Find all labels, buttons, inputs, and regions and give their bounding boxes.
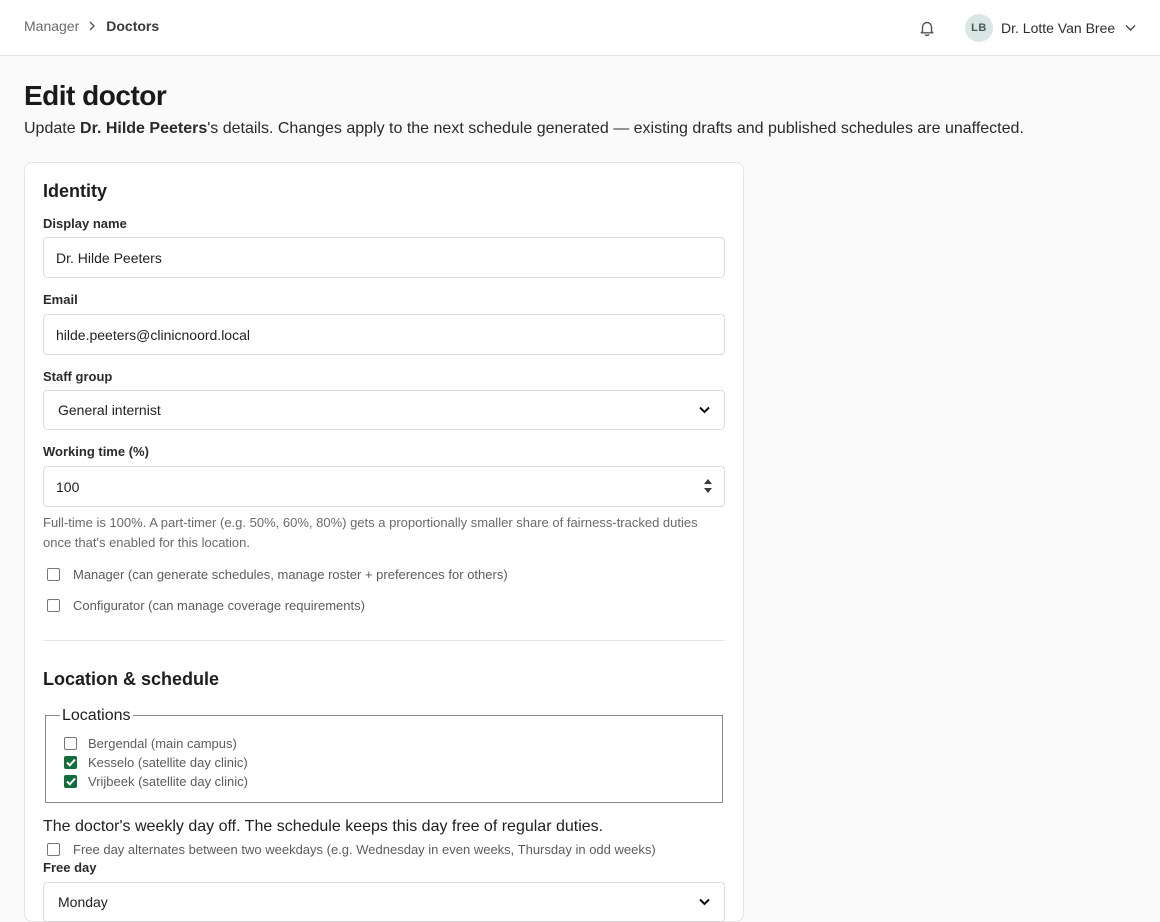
checkmark-icon: [65, 777, 76, 786]
staff-group-label: Staff group: [43, 369, 113, 384]
working-time-input[interactable]: [43, 466, 725, 507]
spinner-arrows-icon[interactable]: [703, 476, 713, 496]
manager-checkbox-row[interactable]: Manager (can generate schedules, manage …: [47, 567, 508, 582]
staff-group-select[interactable]: General internist: [43, 390, 725, 430]
free-day-select[interactable]: Monday: [43, 882, 725, 922]
location-label: Vrijbeek (satellite day clinic): [88, 774, 248, 789]
working-time-label: Working time (%): [43, 444, 149, 459]
breadcrumb: Manager Doctors: [24, 18, 159, 34]
subtitle-suffix: 's details. Changes apply to the next sc…: [207, 120, 1024, 137]
display-name-input[interactable]: [43, 237, 725, 278]
section-divider: [43, 640, 725, 641]
location-option-kesselo[interactable]: Kesselo (satellite day clinic): [64, 755, 248, 770]
bell-icon[interactable]: [918, 19, 936, 37]
alternate-day-checkbox-row[interactable]: Free day alternates between two weekdays…: [47, 842, 656, 857]
chevron-down-icon: [699, 406, 710, 414]
chevron-right-icon: [88, 21, 96, 31]
edit-doctor-form: Identity Display name Email Staff group …: [24, 162, 744, 922]
breadcrumb-current: Doctors: [106, 18, 160, 34]
display-name-label: Display name: [43, 216, 127, 231]
location-checkbox-kesselo[interactable]: [64, 756, 77, 769]
subtitle-prefix: Update: [24, 120, 81, 137]
day-off-description: The doctor's weekly day off. The schedul…: [43, 818, 604, 835]
location-checkbox-vrijbeek[interactable]: [64, 775, 77, 788]
manager-checkbox[interactable]: [47, 568, 60, 581]
location-option-bergendal[interactable]: Bergendal (main campus): [64, 736, 237, 751]
location-schedule-section-title: Location & schedule: [43, 669, 220, 689]
manager-checkbox-label: Manager (can generate schedules, manage …: [73, 567, 508, 582]
alternate-day-checkbox-label: Free day alternates between two weekdays…: [73, 842, 656, 857]
configurator-checkbox[interactable]: [47, 599, 60, 612]
working-time-help: Full-time is 100%. A part-timer (e.g. 50…: [43, 515, 698, 550]
identity-section-title: Identity: [43, 181, 108, 201]
location-label: Bergendal (main campus): [88, 736, 237, 751]
user-menu[interactable]: LB Dr. Lotte Van Bree: [965, 14, 1136, 42]
checkmark-icon: [65, 758, 76, 767]
chevron-down-icon: [1125, 24, 1136, 32]
avatar: LB: [965, 14, 993, 42]
locations-legend: Locations: [60, 707, 133, 725]
subtitle-doctor-name: Dr. Hilde Peeters: [80, 120, 208, 137]
top-bar: Manager Doctors LB Dr. Lotte Van Bree: [0, 0, 1160, 56]
location-label: Kesselo (satellite day clinic): [88, 755, 248, 770]
alternate-day-checkbox[interactable]: [47, 843, 60, 856]
free-day-value: Monday: [58, 894, 108, 910]
free-day-label: Free day: [43, 860, 97, 875]
page-title: Edit doctor: [24, 80, 167, 111]
user-name: Dr. Lotte Van Bree: [1001, 20, 1116, 36]
location-option-vrijbeek[interactable]: Vrijbeek (satellite day clinic): [64, 774, 248, 789]
breadcrumb-manager-link[interactable]: Manager: [24, 18, 79, 34]
chevron-down-icon: [699, 898, 710, 906]
email-input[interactable]: [43, 314, 725, 355]
email-label: Email: [43, 292, 78, 307]
configurator-checkbox-label: Configurator (can manage coverage requir…: [73, 598, 365, 613]
page-subtitle: Update Dr. Hilde Peeters's details. Chan…: [24, 120, 1024, 138]
staff-group-value: General internist: [58, 402, 161, 418]
locations-fieldset: Locations Bergendal (main campus) Kessel…: [45, 707, 723, 803]
working-time-field: [43, 466, 725, 507]
location-checkbox-bergendal[interactable]: [64, 737, 77, 750]
configurator-checkbox-row[interactable]: Configurator (can manage coverage requir…: [47, 598, 365, 613]
